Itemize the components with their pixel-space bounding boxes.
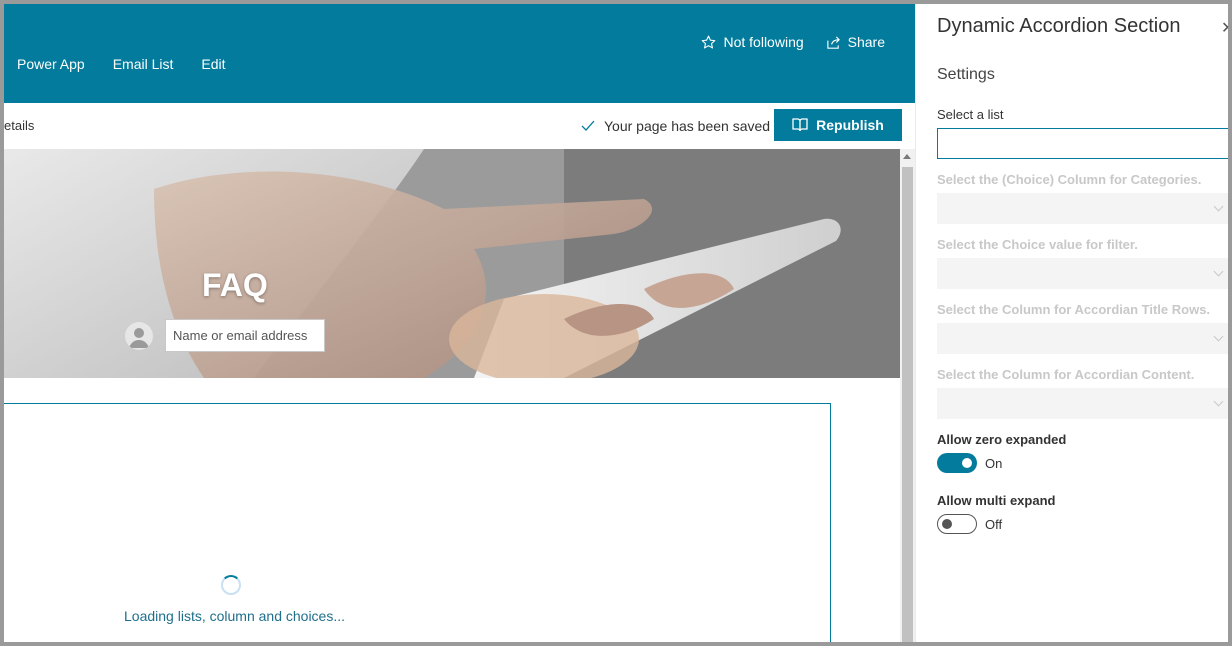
author-byline-input[interactable] xyxy=(165,319,325,352)
toggle-knob xyxy=(962,458,972,468)
allow-multi-expand-toggle[interactable] xyxy=(937,514,977,534)
allow-zero-expanded-state: On xyxy=(985,456,1003,471)
allow-zero-expanded-toggle[interactable] xyxy=(937,453,977,473)
follow-button[interactable]: Not following xyxy=(701,34,804,50)
title-column-label: Select the Column for Accordian Title Ro… xyxy=(937,302,1211,317)
allow-multi-expand-state: Off xyxy=(985,517,1003,532)
content-column-label: Select the Column for Accordian Content. xyxy=(937,367,1195,382)
category-column-dropdown[interactable] xyxy=(937,193,1228,224)
save-status-text: Your page has been saved xyxy=(604,118,771,134)
close-icon[interactable]: ✕ xyxy=(1221,18,1228,38)
site-header: Power App Email List Edit Not following … xyxy=(4,4,915,103)
loading-text: Loading lists, column and choices... xyxy=(124,608,346,624)
save-status: Your page has been saved xyxy=(581,118,770,134)
content-column-dropdown[interactable] xyxy=(937,388,1228,419)
star-icon xyxy=(702,35,716,48)
toggle-knob xyxy=(942,519,952,529)
follow-label: Not following xyxy=(723,34,804,50)
allow-zero-expanded-label: Allow zero expanded xyxy=(937,432,1067,447)
allow-multi-expand-label: Allow multi expand xyxy=(937,493,1056,508)
checkmark-icon xyxy=(581,120,595,131)
hero-banner: FAQ xyxy=(4,149,900,378)
scroll-thumb[interactable] xyxy=(902,167,913,642)
scroll-up-arrow-icon[interactable] xyxy=(903,154,911,159)
pane-title: Dynamic Accordion Section xyxy=(937,15,1181,37)
chevron-down-icon xyxy=(1213,201,1224,212)
republish-label: Republish xyxy=(816,117,884,133)
site-nav: Power App Email List Edit xyxy=(17,56,226,72)
chevron-down-icon xyxy=(1213,266,1224,277)
accordion-webpart[interactable]: Loading lists, column and choices... xyxy=(4,403,831,642)
chevron-down-icon xyxy=(1213,396,1224,407)
share-icon xyxy=(826,35,840,49)
pane-group-header: Settings xyxy=(937,66,995,83)
property-pane: Dynamic Accordion Section ✕ Settings Sel… xyxy=(915,4,1228,642)
page-scrollbar[interactable] xyxy=(900,149,915,642)
book-icon xyxy=(792,118,808,132)
header-actions: Not following Share xyxy=(701,34,885,50)
browser-frame: Power App Email List Edit Not following … xyxy=(4,4,1228,642)
choice-value-label: Select the Choice value for filter. xyxy=(937,237,1138,252)
choice-value-dropdown[interactable] xyxy=(937,258,1228,289)
nav-item-power-app[interactable]: Power App xyxy=(17,56,85,72)
title-column-dropdown[interactable] xyxy=(937,323,1228,354)
republish-button[interactable]: Republish xyxy=(774,109,902,141)
page-details-link[interactable]: etails xyxy=(4,118,34,133)
list-dropdown[interactable] xyxy=(937,128,1228,159)
loading-spinner-icon xyxy=(221,575,241,595)
chevron-down-icon xyxy=(1213,331,1224,342)
select-list-label: Select a list xyxy=(937,107,1004,122)
share-label: Share xyxy=(847,34,885,50)
category-column-label: Select the (Choice) Column for Categorie… xyxy=(937,172,1202,187)
person-icon xyxy=(129,328,149,348)
avatar xyxy=(125,322,153,350)
share-button[interactable]: Share xyxy=(826,34,885,50)
page-title[interactable]: FAQ xyxy=(202,267,268,304)
nav-item-edit[interactable]: Edit xyxy=(201,56,225,72)
nav-item-email-list[interactable]: Email List xyxy=(113,56,174,72)
command-bar: etails Your page has been saved Republis… xyxy=(4,103,915,150)
